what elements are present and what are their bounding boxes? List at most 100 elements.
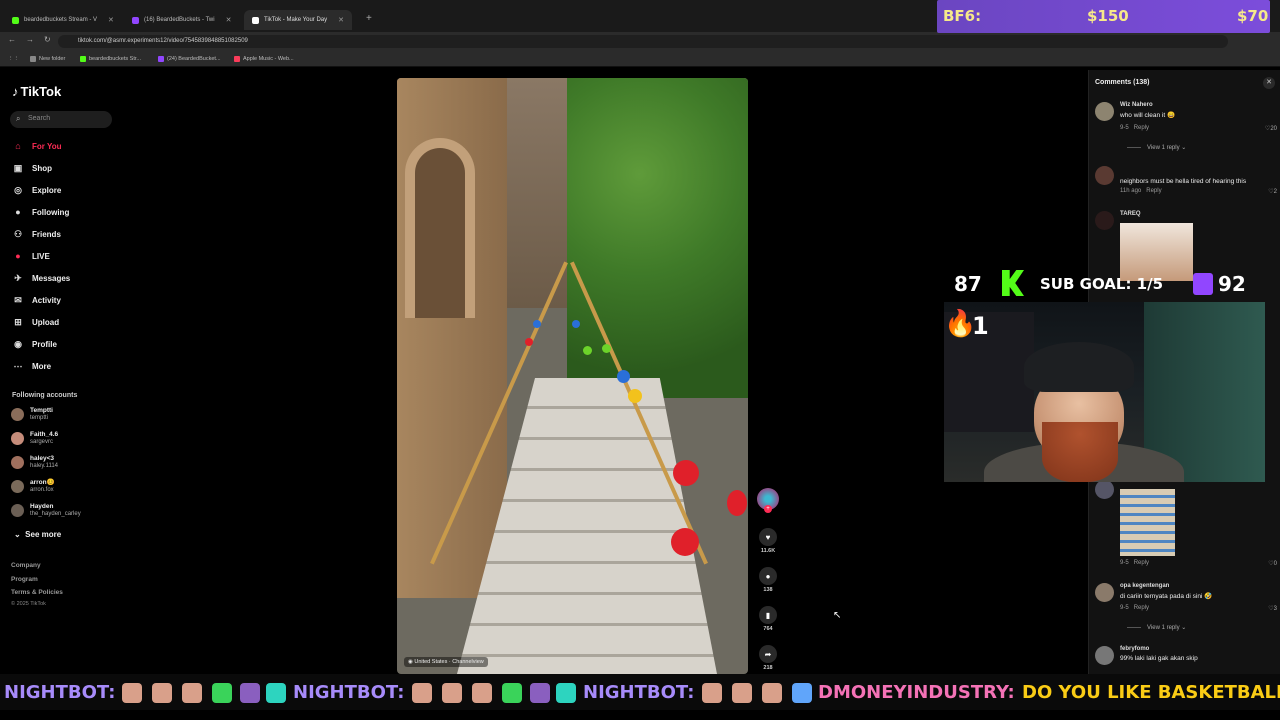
video-location-tag[interactable]: ◉ United States · Channelview [404,657,488,667]
search-icon: ⌕ [16,114,21,123]
tiktok-logo[interactable]: ♪ TikTok [12,84,61,99]
video-ball [727,490,747,516]
nav-messages[interactable]: ✈ Messages [12,272,70,284]
following-account[interactable]: arron😊 arron.fox [11,479,55,494]
avatar[interactable] [1095,166,1114,185]
video-ball [602,344,611,353]
reply-button[interactable]: Reply [1134,560,1149,566]
reply-button[interactable]: Reply [1134,605,1149,611]
nav-shop[interactable]: ▣ Shop [12,162,52,174]
emote-icon [240,683,260,703]
nav-following[interactable]: ● Following [12,206,69,218]
close-icon[interactable]: ✕ [1263,77,1275,89]
browser-tab[interactable]: beardedbuckets Stream - V ✕ [4,10,122,30]
emote-icon [212,683,232,703]
forward-icon[interactable]: → [26,35,34,44]
comment-item: opa kegentengan di cariin ternyata pada … [1095,583,1277,623]
nav-for-you[interactable]: ⌂ For You [12,140,61,152]
browser-tab[interactable]: (16) BeardedBuckets - Twi ✕ [124,10,239,30]
bookmark-item[interactable]: (24) BeardedBucket... [158,56,221,62]
bf6-label: BF6: [943,7,982,25]
ticker-username: NIGHTBOT: [4,682,116,703]
comment-user[interactable]: opa kegentengan [1120,583,1169,589]
nav-explore[interactable]: ◎ Explore [12,184,61,196]
avatar[interactable] [1095,583,1114,602]
comment-user[interactable]: TAREQ [1120,211,1141,217]
emote-icon [732,683,752,703]
comment-text: neighbors must be hella tired of hearing… [1120,178,1247,185]
tiktok-note-icon: ♪ [12,84,19,99]
footer-company[interactable]: Company [11,562,41,569]
account-name: haley<3 [30,455,55,462]
reply-button[interactable]: Reply [1134,125,1149,131]
search-input[interactable]: ⌕ Search [10,111,112,128]
logo-text: TikTok [20,84,62,99]
reload-icon[interactable]: ↻ [44,35,51,44]
avatar[interactable] [1095,102,1114,121]
following-account[interactable]: Hayden the_hayden_carley [11,503,81,518]
comment-likes[interactable]: ♡0 [1268,560,1277,567]
view-replies-button[interactable]: View 1 reply ⌄ [1127,624,1186,631]
comment-likes[interactable]: ♡20 [1265,125,1277,132]
avatar[interactable] [1095,646,1114,665]
nav-label: LIVE [32,251,50,261]
nav-live[interactable]: ● LIVE [12,250,50,262]
see-more-button[interactable]: ⌄ See more [14,530,61,539]
bookmark-button[interactable]: ▮ 764 [758,606,778,632]
comment-text: who will clean it 😄 [1120,112,1176,119]
footer-program[interactable]: Program [11,576,38,583]
back-icon[interactable]: ← [8,35,16,44]
mouse-cursor-icon: ↖ [833,610,842,621]
following-account[interactable]: haley<3 haley.1114 [11,455,58,470]
nav-label: Profile [32,339,57,349]
comment-text: di cariin ternyata pada di sini 🤣 [1120,593,1213,600]
video-player[interactable] [397,78,748,674]
reply-button[interactable]: Reply [1146,188,1161,194]
avatar[interactable] [1095,480,1114,499]
avatar [11,504,24,517]
nav-friends[interactable]: ⚇ Friends [12,228,61,240]
bookmark-item[interactable]: beardedbuckets Str... [80,56,141,62]
tab-close-icon[interactable]: ✕ [108,16,114,24]
bookmark-label: New folder [39,56,66,62]
following-account[interactable]: Faith_4.6 sargevrc [11,431,58,446]
comment-likes[interactable]: ♡3 [1268,605,1277,612]
messages-icon: ✈ [14,272,22,283]
following-account[interactable]: Temptti temptti [11,407,53,422]
avatar [11,456,24,469]
comment-user[interactable]: febryfomo [1120,646,1149,652]
account-username: haley.1114 [30,463,59,469]
nav-label: Upload [32,317,60,327]
sub-goal-bar: 87 SUB GOAL: 1/5 92 [946,268,1276,300]
account-username: arron.fox [30,487,54,493]
nav-profile[interactable]: ◉ Profile [12,338,57,350]
comment-user[interactable]: Wiz Nahero [1120,102,1153,108]
nav-upload[interactable]: ⊞ Upload [12,316,59,328]
bookmark-item[interactable]: New folder [30,56,65,62]
avatar[interactable] [1095,211,1114,230]
bookmark-item[interactable]: Apple Music - Web... [234,56,294,62]
tab-close-icon[interactable]: ✕ [338,16,344,24]
browser-tab-active[interactable]: TikTok - Make Your Day ✕ [244,10,353,30]
tab-title: TikTok - Make Your Day [264,17,328,23]
nav-activity[interactable]: ✉ Activity [12,294,61,306]
share-button[interactable]: ➦ 218 [758,645,778,671]
nav-more[interactable]: ⋯ More [12,360,52,372]
comment-button[interactable]: ● 138 [758,567,778,593]
footer-terms[interactable]: Terms & Policies [11,589,63,596]
url-field[interactable]: tiktok.com/@asmr.experiments12/video/754… [58,35,1228,48]
kick-count: 87 [954,272,982,296]
activity-icon: ✉ [14,294,22,305]
copyright: © 2025 TikTok [11,601,46,607]
new-tab-icon[interactable]: + [366,13,372,24]
comment-likes[interactable]: ♡2 [1268,188,1277,195]
follow-plus-icon[interactable]: + [764,505,772,513]
video-ball [533,320,541,328]
account-username: the_hayden_carley [30,511,81,517]
twitch-logo-icon [1193,273,1213,295]
emote-icon [266,683,286,703]
apps-icon[interactable]: ⋮⋮ [8,56,19,62]
view-replies-button[interactable]: View 1 reply ⌄ [1127,144,1186,151]
tab-close-icon[interactable]: ✕ [226,16,232,24]
like-button[interactable]: ♥ 11.6K [758,528,778,554]
